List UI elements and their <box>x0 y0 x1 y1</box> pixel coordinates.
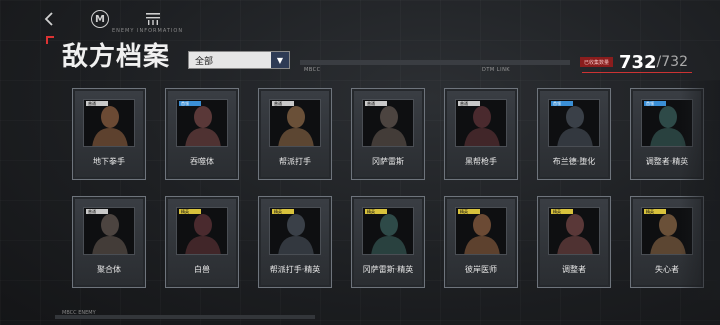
enemy-card[interactable]: 普通地下拳手 <box>72 88 146 180</box>
filter-dropdown[interactable]: 全部 ▼ <box>188 51 290 69</box>
enemy-name: 布兰德·堕化 <box>552 157 596 166</box>
enemy-portrait: 精英 <box>455 207 507 255</box>
enemy-name: 帮派打手 <box>279 157 311 166</box>
chevron-down-icon: ▼ <box>271 52 289 68</box>
enemy-card[interactable]: 首领调整者·精英 <box>630 88 704 180</box>
enemy-rank-tag: 普通 <box>86 209 108 214</box>
enemy-rank-tag: 精英 <box>365 209 387 214</box>
enemy-portrait: 普通 <box>362 99 414 147</box>
enemy-rank-tag: 首领 <box>551 101 573 106</box>
enemy-card[interactable]: 普通黑帮枪手 <box>444 88 518 180</box>
enemy-card[interactable]: 精英彼岸医师 <box>444 196 518 288</box>
hud-progress-bar <box>300 60 570 65</box>
enemy-name: 失心者 <box>655 265 679 274</box>
counter-current: 732 <box>618 51 657 73</box>
enemy-name: 冈萨雷斯·精英 <box>362 265 414 274</box>
enemy-rank-tag: 普通 <box>86 101 108 106</box>
enemy-card[interactable]: 普通帮派打手 <box>258 88 332 180</box>
hud-left-label: MBCC <box>304 67 321 73</box>
enemy-name: 聚合体 <box>97 265 121 274</box>
enemy-rank-tag: 首领 <box>644 101 666 106</box>
collection-counter: 已收集数量 732 /732 <box>579 50 688 74</box>
counter-total: /732 <box>656 54 688 70</box>
enemy-card[interactable]: 首领布兰德·堕化 <box>537 88 611 180</box>
enemy-rank-tag: 精英 <box>272 209 294 214</box>
enemy-portrait: 普通 <box>455 99 507 147</box>
enemy-portrait: 精英 <box>641 207 693 255</box>
enemy-rank-tag: 精英 <box>551 209 573 214</box>
hud-right-label: DTM LINK <box>482 67 511 73</box>
enemy-rank-tag: 精英 <box>179 209 201 214</box>
enemy-portrait: 普通 <box>83 99 135 147</box>
enemy-portrait: 首领 <box>641 99 693 147</box>
enemy-portrait: 精英 <box>548 207 600 255</box>
enemy-name: 地下拳手 <box>93 157 125 166</box>
enemy-card[interactable]: 普通冈萨雷斯 <box>351 88 425 180</box>
enemy-portrait: 普通 <box>269 99 321 147</box>
enemy-rank-tag: 普通 <box>365 101 387 106</box>
page-title: 敌方档案 <box>62 42 171 72</box>
enemy-name: 白兽 <box>194 265 210 274</box>
enemy-portrait: 普通 <box>83 207 135 255</box>
enemy-rank-tag: 首领 <box>179 101 201 106</box>
enemy-portrait: 首领 <box>176 99 228 147</box>
enemy-portrait: 精英 <box>362 207 414 255</box>
enemy-name: 调整者·精英 <box>645 157 689 166</box>
enemy-name: 帮派打手·精英 <box>269 265 321 274</box>
menu-icon[interactable] <box>142 8 164 30</box>
enemy-card[interactable]: 精英调整者 <box>537 196 611 288</box>
counter-tag: 已收集数量 <box>579 57 613 67</box>
m-logo-icon[interactable]: M <box>89 8 111 30</box>
footer-label: MBCC ENEMY <box>62 310 96 316</box>
enemy-name: 彼岸医师 <box>465 265 497 274</box>
enemy-rank-tag: 精英 <box>458 209 480 214</box>
enemy-rank-tag: 精英 <box>644 209 666 214</box>
filter-value: 全部 <box>195 56 214 67</box>
enemy-name: 黑帮枪手 <box>465 157 497 166</box>
enemy-rank-tag: 普通 <box>272 101 294 106</box>
enemy-name: 调整者 <box>562 265 586 274</box>
enemy-card[interactable]: 普通聚合体 <box>72 196 146 288</box>
enemy-rank-tag: 普通 <box>458 101 480 106</box>
enemy-card[interactable]: 首领吞噬体 <box>165 88 239 180</box>
page-subtitle: ENEMY INFORMATION <box>112 28 184 34</box>
enemy-card[interactable]: 精英失心者 <box>630 196 704 288</box>
enemy-name: 吞噬体 <box>190 157 214 166</box>
back-arrow-icon[interactable] <box>38 8 60 30</box>
enemy-card[interactable]: 精英白兽 <box>165 196 239 288</box>
logo-letter: M <box>91 10 109 28</box>
enemy-portrait: 精英 <box>176 207 228 255</box>
enemy-portrait: 首领 <box>548 99 600 147</box>
counter-underline <box>582 72 692 73</box>
enemy-name: 冈萨雷斯 <box>372 157 404 166</box>
enemy-portrait: 精英 <box>269 207 321 255</box>
enemy-card[interactable]: 精英冈萨雷斯·精英 <box>351 196 425 288</box>
enemy-card[interactable]: 精英帮派打手·精英 <box>258 196 332 288</box>
title-corner-mark <box>46 36 54 44</box>
